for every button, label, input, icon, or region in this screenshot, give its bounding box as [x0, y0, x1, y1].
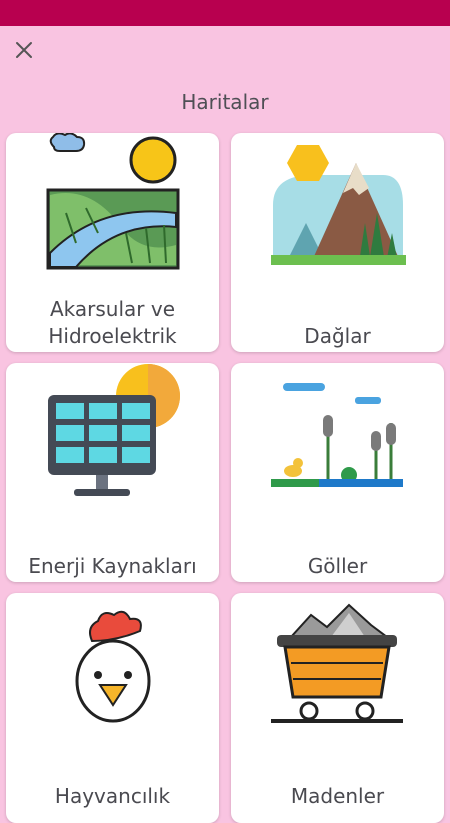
page-title: Haritalar — [181, 90, 269, 114]
solar-panel-icon — [48, 364, 180, 496]
card-akarsular[interactable]: Akarsular ve Hidroelektrik — [6, 133, 219, 352]
mine-cart-icon — [271, 603, 403, 723]
card-hayvancilik[interactable]: Hayvancılık — [6, 593, 219, 823]
lake-icon — [271, 383, 403, 487]
card-enerji[interactable]: Enerji Kaynakları — [6, 363, 219, 582]
status-bar — [0, 0, 450, 26]
card-daglar[interactable]: Dağlar — [231, 133, 444, 352]
card-label: Dağlar — [304, 324, 371, 348]
card-label: Hayvancılık — [54, 784, 171, 808]
card-label: Madenler — [290, 784, 385, 808]
river-landscape-icon — [46, 133, 180, 270]
card-goller[interactable]: Göller — [231, 363, 444, 582]
card-label: Akarsular ve Hidroelektrik — [48, 297, 177, 348]
chicken-icon — [75, 610, 151, 723]
card-madenler[interactable]: Madenler — [231, 593, 444, 823]
mountain-icon — [271, 145, 406, 265]
card-label: Enerji Kaynakları — [28, 554, 197, 578]
card-label: Göller — [307, 554, 368, 578]
close-icon[interactable] — [12, 38, 36, 62]
